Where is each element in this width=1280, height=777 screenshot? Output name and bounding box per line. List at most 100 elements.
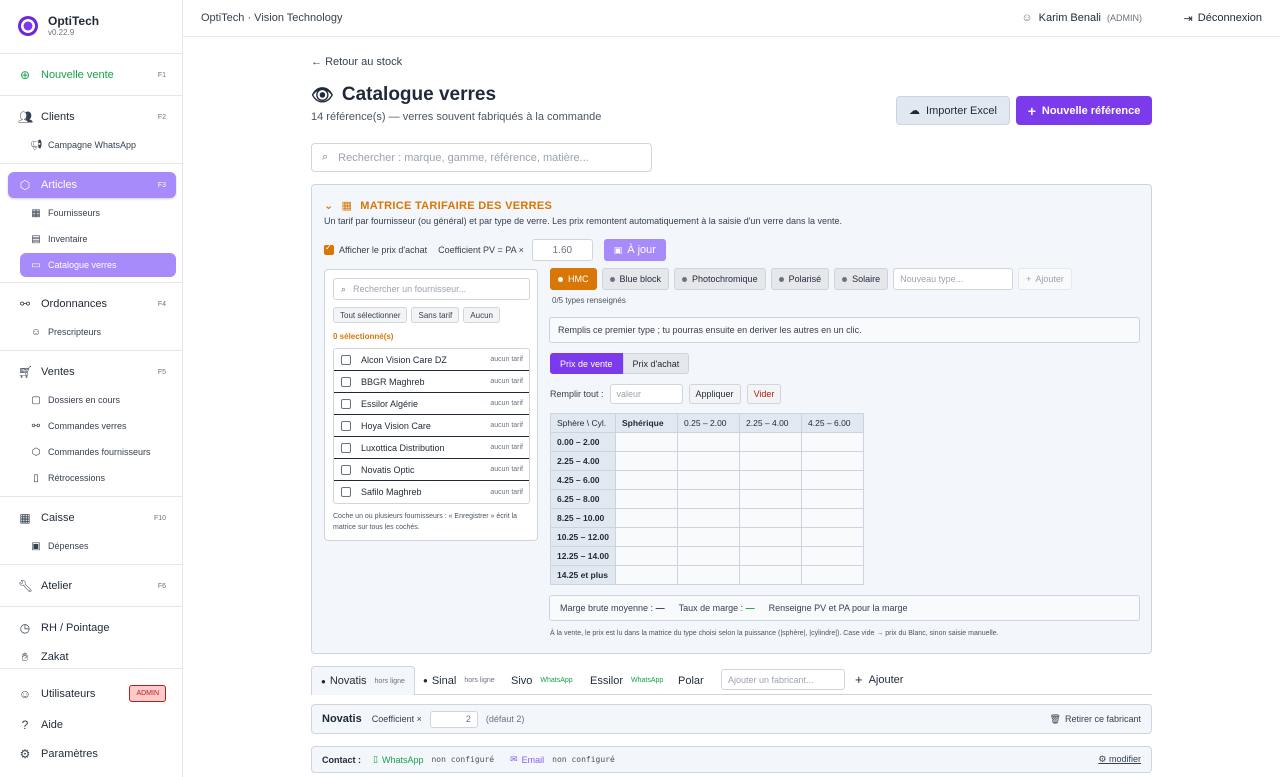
nav-inventaire[interactable]: ▤ Inventaire (20, 227, 176, 251)
grid-cell-input[interactable] (739, 470, 802, 490)
supplier-checkbox[interactable] (341, 487, 351, 497)
nav-retrocessions[interactable]: ▯ Rétrocessions (20, 466, 176, 490)
supplier-row[interactable]: BBGR Maghreb aucun tarif (334, 371, 529, 393)
add-manufacturer-button[interactable]: + Ajouter (855, 669, 903, 690)
nav-depenses[interactable]: ▣ Dépenses (20, 534, 176, 558)
grid-cell-input[interactable] (677, 527, 740, 547)
select-all-button[interactable]: Tout sélectionner (333, 307, 408, 323)
nav-new-sale[interactable]: ⊕ Nouvelle vente F1 (8, 62, 176, 88)
nav-atelier[interactable]: 🔧︎ Atelier F6 (8, 573, 176, 599)
grid-cell-input[interactable] (615, 546, 678, 566)
type-pill-solaire[interactable]: Solaire (834, 268, 889, 290)
nav-ventes[interactable]: 🛒︎ Ventes F5 (8, 359, 176, 385)
nav-dossiers[interactable]: ▢ Dossiers en cours (20, 388, 176, 412)
grid-cell-input[interactable] (801, 508, 864, 528)
select-none-button[interactable]: Aucun (463, 307, 500, 323)
add-type-button[interactable]: + Ajouter (1018, 268, 1072, 290)
coefficient-input[interactable]: 1.60 (531, 239, 593, 261)
grid-cell-input[interactable] (677, 470, 740, 490)
nav-fournisseurs[interactable]: ▦ Fournisseurs (20, 201, 176, 225)
update-button[interactable]: ▣ À jour (603, 239, 666, 261)
nav-clients[interactable]: 👥︎ Clients F2 (8, 104, 176, 130)
nav-catalogue-verres[interactable]: ▭ Catalogue verres (20, 253, 176, 277)
current-user[interactable]: ☺ Karim Benali (ADMIN) (1021, 12, 1142, 24)
grid-cell-input[interactable] (739, 451, 802, 471)
nav-commandes-verres[interactable]: ⚯ Commandes verres (20, 414, 176, 438)
grid-cell-input[interactable] (801, 451, 864, 471)
add-manufacturer-input[interactable]: Ajouter un fabricant... (721, 669, 845, 690)
tab-novatis[interactable]: ● Novatis hors ligne (311, 666, 415, 695)
grid-cell-input[interactable] (615, 432, 678, 452)
grid-cell-input[interactable] (677, 432, 740, 452)
grid-cell-input[interactable] (677, 565, 740, 585)
nav-rh[interactable]: ◷ RH / Pointage (8, 615, 176, 641)
grid-cell-input[interactable] (615, 451, 678, 471)
grid-cell-input[interactable] (615, 565, 678, 585)
grid-cell-input[interactable] (739, 508, 802, 528)
new-type-input[interactable]: Nouveau type... (893, 268, 1014, 290)
tab-polar[interactable]: Polar (678, 666, 704, 695)
grid-cell-input[interactable] (801, 565, 864, 585)
supplier-row[interactable]: Alcon Vision Care DZ aucun tarif (334, 349, 529, 371)
nav-prescripteurs[interactable]: ☺ Prescripteurs (20, 320, 176, 344)
sale-price-tab[interactable]: Prix de vente (550, 353, 623, 374)
grid-cell-input[interactable] (801, 432, 864, 452)
brand[interactable]: OptiTech v0.22.9 (18, 14, 99, 37)
grid-cell-input[interactable] (677, 508, 740, 528)
nav-aide[interactable]: ? Aide (8, 712, 176, 738)
nav-ordonnances[interactable]: ⚯ Ordonnances F4 (8, 291, 176, 317)
purchase-price-tab[interactable]: Prix d'achat (622, 353, 690, 374)
modify-contact-link[interactable]: ⚙ modifier (1098, 754, 1141, 765)
supplier-checkbox[interactable] (341, 398, 351, 409)
grid-cell-input[interactable] (739, 527, 802, 547)
grid-cell-input[interactable] (615, 470, 678, 490)
type-pill-blue-block[interactable]: Blue block (601, 268, 670, 290)
grid-cell-input[interactable] (615, 508, 678, 528)
back-to-stock-link[interactable]: ← Retour au stock (311, 56, 402, 68)
import-excel-button[interactable]: ☁ Importer Excel (896, 96, 1010, 125)
nav-parametres[interactable]: ⚙ Paramètres (8, 741, 176, 767)
grid-cell-input[interactable] (739, 546, 802, 566)
grid-cell-input[interactable] (677, 451, 740, 471)
fill-all-input[interactable]: valeur (609, 384, 683, 404)
grid-cell-input[interactable] (677, 546, 740, 566)
remove-manufacturer-button[interactable]: 🗑︎ Retirer ce fabricant (1050, 714, 1141, 725)
supplier-checkbox[interactable] (341, 464, 351, 475)
logout-button[interactable]: ⇥ Déconnexion (1184, 12, 1262, 25)
grid-cell-input[interactable] (677, 489, 740, 509)
grid-cell-input[interactable] (801, 489, 864, 509)
grid-cell-input[interactable] (801, 470, 864, 490)
show-purchase-checkbox[interactable] (324, 243, 334, 255)
matrix-header[interactable]: ⌄ ▦ MATRICE TARIFAIRE DES VERRES (324, 199, 552, 213)
supplier-row[interactable]: Novatis Optic aucun tarif (334, 459, 529, 481)
supplier-row[interactable]: Essilor Algérie aucun tarif (334, 393, 529, 415)
supplier-checkbox[interactable] (341, 376, 351, 387)
grid-cell-input[interactable] (739, 565, 802, 585)
nav-zakat[interactable]: ✋︎ Zakat (8, 644, 176, 670)
grid-cell-input[interactable] (739, 489, 802, 509)
grid-cell-input[interactable] (801, 546, 864, 566)
type-pill-polarise[interactable]: Polarisé (770, 268, 830, 290)
apply-button[interactable]: Appliquer (688, 384, 741, 404)
supplier-row[interactable]: Hoya Vision Care aucun tarif (334, 415, 529, 437)
supplier-row[interactable]: Safilo Maghreb aucun tarif (334, 481, 529, 503)
nav-caisse[interactable]: ▦ Caisse F10 (8, 505, 176, 531)
tab-essilor[interactable]: Essilor WhatsApp (590, 666, 663, 695)
grid-cell-input[interactable] (615, 489, 678, 509)
supplier-checkbox[interactable] (341, 420, 351, 431)
grid-cell-input[interactable] (615, 527, 678, 547)
grid-cell-input[interactable] (801, 527, 864, 547)
clear-button[interactable]: Vider (746, 384, 782, 404)
new-reference-button[interactable]: + Nouvelle référence (1016, 96, 1152, 125)
supplier-row[interactable]: Luxottica Distribution aucun tarif (334, 437, 529, 459)
nav-whatsapp-campaign[interactable]: 📢︎ Campagne WhatsApp (20, 133, 176, 157)
type-pill-photochromique[interactable]: Photochromique (674, 268, 766, 290)
grid-cell-input[interactable] (739, 432, 802, 452)
nav-commandes-fournisseurs[interactable]: ⬡ Commandes fournisseurs (20, 440, 176, 464)
catalogue-search-input[interactable]: ⌕ Rechercher : marque, gamme, référence,… (311, 143, 652, 172)
supplier-checkbox[interactable] (341, 442, 351, 453)
tab-sinal[interactable]: ● Sinal hors ligne (423, 666, 495, 695)
supplier-search-input[interactable]: ⌕ Rechercher un fournisseur... (333, 278, 530, 300)
nav-articles[interactable]: ⬡ Articles F3 (8, 172, 176, 198)
no-tarif-button[interactable]: Sans tarif (411, 307, 460, 323)
